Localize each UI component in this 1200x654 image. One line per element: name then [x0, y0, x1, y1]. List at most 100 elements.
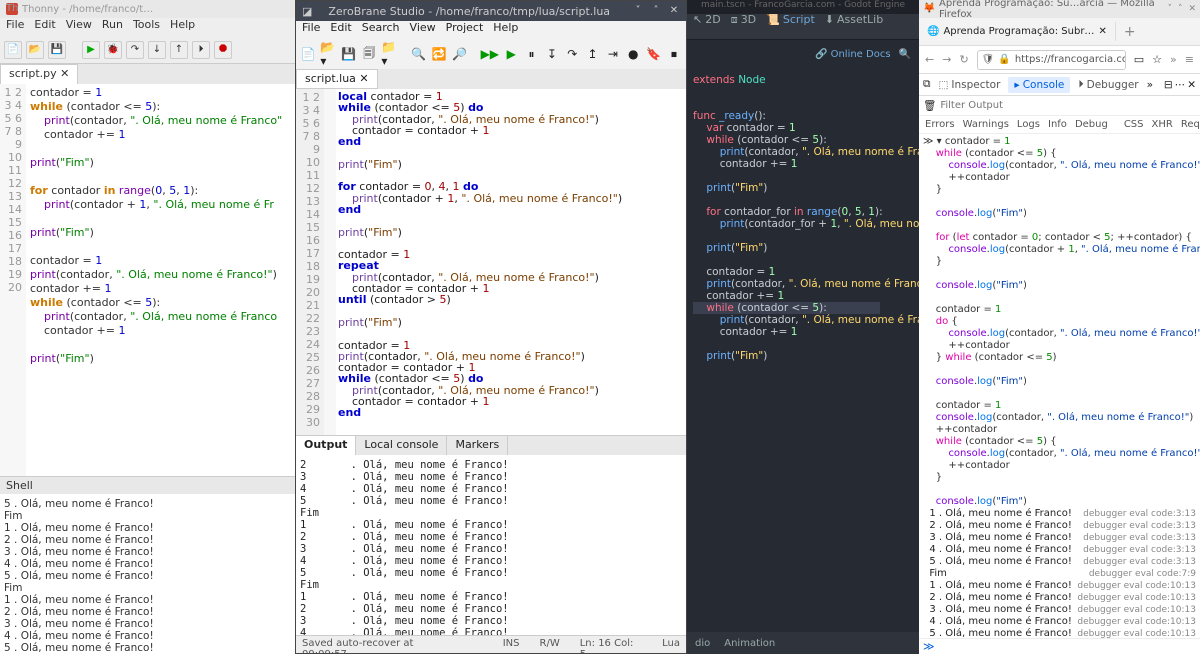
bookmark-icon[interactable]: ☆	[1152, 53, 1162, 66]
bottom-audio[interactable]: dio	[695, 638, 710, 649]
menu-edit[interactable]: Edit	[330, 21, 351, 39]
menu-search[interactable]: Search	[362, 21, 400, 39]
close-icon[interactable]: ✕	[1188, 4, 1196, 14]
menu-help[interactable]: Help	[493, 21, 518, 39]
container-icon[interactable]: ⧉	[923, 78, 931, 91]
stepout-icon[interactable]: ↥	[584, 44, 600, 64]
toolbar-script[interactable]: 📜 Script	[766, 13, 815, 26]
menu-file[interactable]: File	[6, 18, 24, 36]
bookmark-icon[interactable]: 🔖	[645, 44, 661, 64]
toolbar-3d[interactable]: ⧈ 3D	[731, 13, 756, 27]
menu-project[interactable]: Project	[446, 21, 484, 39]
runto-icon[interactable]: ⇥	[605, 44, 621, 64]
thonny-shell[interactable]: 5 . Olá, meu nome é Franco! Fim 1 . Olá,…	[0, 494, 295, 654]
step-out-icon[interactable]: ↑	[170, 41, 188, 59]
maximize-icon[interactable]: ˄	[1178, 4, 1183, 14]
new-file-icon[interactable]: 📄	[4, 41, 22, 59]
reader-icon[interactable]: ▭	[1134, 53, 1144, 66]
step-over-icon[interactable]: ↷	[126, 41, 144, 59]
stop-icon[interactable]: ⯃	[214, 41, 232, 59]
tab-script-lua[interactable]: script.lua ✕	[296, 69, 378, 89]
replace-icon[interactable]: 🔁	[431, 44, 447, 64]
findfiles-icon[interactable]: 🔎	[451, 44, 467, 64]
code-area[interactable]: local contador = 1 while (contador <= 5)…	[336, 89, 686, 435]
cat-requests[interactable]: Requests	[1181, 119, 1200, 130]
cat-info[interactable]: Info	[1048, 119, 1067, 130]
close-icon[interactable]: ✕	[60, 67, 69, 80]
close-icon[interactable]: ✕	[359, 72, 368, 85]
minimize-icon[interactable]: ˅	[1167, 4, 1172, 14]
stepover-icon[interactable]: ↷	[564, 44, 580, 64]
fold-column[interactable]	[324, 89, 336, 435]
godot-editor[interactable]: extends Node func _ready(): var contador…	[687, 68, 919, 368]
close-icon[interactable]: ✕	[1187, 79, 1196, 91]
tab-inspector[interactable]: ⬚ Inspector	[933, 77, 1007, 93]
break-icon[interactable]: ⏸	[523, 44, 539, 64]
back-icon[interactable]: ←	[925, 53, 934, 66]
minimize-icon[interactable]: ˅	[632, 5, 644, 17]
stepinto-icon[interactable]: ↧	[544, 44, 560, 64]
tab-script-py[interactable]: script.py ✕	[0, 64, 78, 84]
cat-logs[interactable]: Logs	[1017, 119, 1040, 130]
menu-run[interactable]: Run	[102, 18, 123, 36]
new-icon[interactable]: 📄	[300, 44, 316, 64]
zbs-editor[interactable]: 1 2 3 4 5 6 7 8 9 10 11 12 13 14 15 16 1…	[296, 89, 686, 435]
menu-file[interactable]: File	[302, 21, 320, 39]
toolbar-2d[interactable]: ↖ 2D	[693, 13, 721, 26]
thonny-editor[interactable]: 1 2 3 4 5 6 7 8 9 10 11 12 13 14 15 16 1…	[0, 84, 295, 476]
saveall-icon[interactable]: 🗐	[361, 44, 377, 64]
tab-local-console[interactable]: Local console	[356, 436, 447, 455]
console-output[interactable]: ≫ ▾ contador = 1 while (contador <= 5) {…	[919, 134, 1200, 638]
cat-errors[interactable]: Errors	[925, 119, 955, 130]
dock-icon[interactable]: ⊟	[1164, 79, 1173, 91]
online-docs[interactable]: 🔗 Online Docs	[815, 49, 891, 60]
browser-tab[interactable]: 🌐 Aprenda Programação: Subr… ✕	[919, 22, 1116, 41]
debug-icon[interactable]: ▶	[503, 44, 519, 64]
more-icon[interactable]: ⋯	[1175, 79, 1186, 91]
projdir-icon[interactable]: 📁▾	[381, 44, 397, 64]
run-icon[interactable]: ▶	[82, 41, 100, 59]
menu-view[interactable]: View	[410, 21, 436, 39]
cat-warnings[interactable]: Warnings	[963, 119, 1009, 130]
find-icon[interactable]: 🔍	[411, 44, 427, 64]
open-icon[interactable]: 📂	[26, 41, 44, 59]
close-icon[interactable]: ✕	[668, 5, 680, 17]
zbs-output[interactable]: 2 . Olá, meu nome é Franco! 3 . Olá, meu…	[296, 455, 686, 635]
reload-icon[interactable]: ↻	[959, 53, 968, 66]
trash-icon[interactable]: 🗑	[923, 99, 936, 112]
debug-icon[interactable]: 🐞	[104, 41, 122, 59]
menu-tools[interactable]: Tools	[133, 18, 160, 36]
menu-view[interactable]: View	[66, 18, 92, 36]
menu-icon[interactable]: ≡	[1185, 53, 1194, 66]
console-prompt[interactable]: ≫	[919, 638, 1200, 654]
close-icon[interactable]: ✕	[1098, 26, 1106, 37]
tab-console[interactable]: ▸ Console	[1008, 77, 1070, 93]
forward-icon[interactable]: →	[942, 53, 951, 66]
breakpoint-icon[interactable]: ●	[625, 44, 641, 64]
save-icon[interactable]: 💾	[48, 41, 66, 59]
menu-help[interactable]: Help	[170, 18, 195, 36]
save-icon[interactable]: 💾	[341, 44, 357, 64]
cat-debug[interactable]: Debug	[1075, 119, 1108, 130]
tab-debugger[interactable]: ⏵ Debugger	[1072, 76, 1144, 93]
overflow-icon[interactable]: »	[1147, 79, 1153, 91]
stop-icon[interactable]: ⏹	[666, 44, 682, 64]
code-area[interactable]: contador = 1 while (contador <= 5): prin…	[26, 84, 286, 476]
menu-edit[interactable]: Edit	[34, 18, 55, 36]
step-into-icon[interactable]: ↓	[148, 41, 166, 59]
maximize-icon[interactable]: ˄	[650, 5, 662, 17]
run-icon[interactable]: ▶▶	[481, 44, 499, 64]
cat-css[interactable]: CSS	[1124, 119, 1144, 130]
tab-markers[interactable]: Markers	[447, 436, 508, 455]
new-tab-button[interactable]: +	[1116, 24, 1144, 40]
overflow-icon[interactable]: »	[1170, 53, 1177, 66]
filter-input[interactable]	[940, 100, 1196, 111]
bottom-animation[interactable]: Animation	[724, 638, 775, 649]
search-icon[interactable]: 🔍	[899, 49, 911, 60]
address-input[interactable]: 🛡 🔒 https://francogarcia.co	[977, 50, 1126, 70]
resume-icon[interactable]: ⏵	[192, 41, 210, 59]
cat-xhr[interactable]: XHR	[1152, 119, 1173, 130]
tab-output[interactable]: Output	[296, 436, 356, 455]
open-icon[interactable]: 📂▾	[320, 44, 336, 64]
toolbar-assetlib[interactable]: ⬇ AssetLib	[825, 13, 883, 26]
